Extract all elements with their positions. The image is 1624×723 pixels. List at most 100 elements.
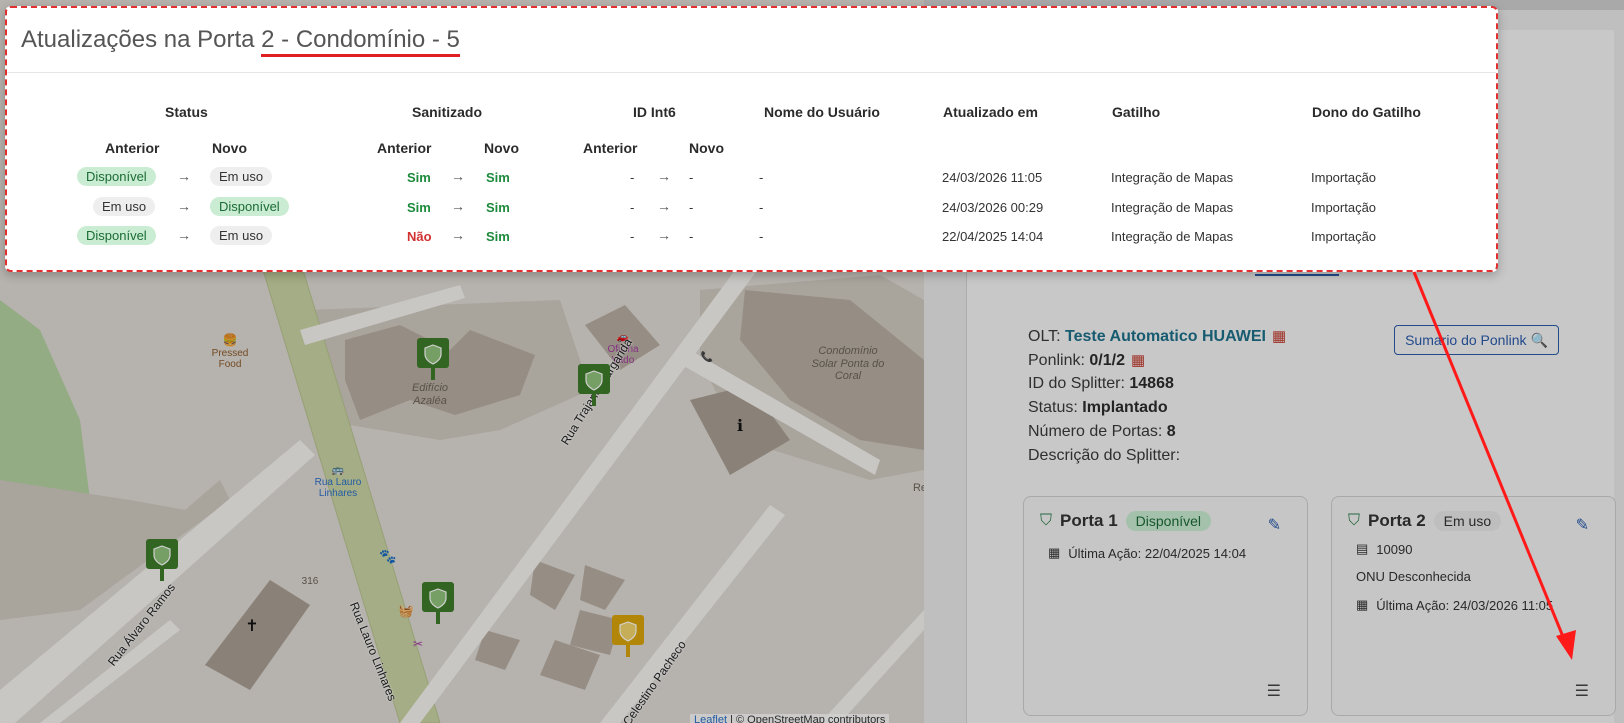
- modal-title: Atualizações na Porta 2 - Condomínio - 5: [21, 26, 460, 57]
- header-id-int6: ID Int6: [633, 104, 676, 120]
- search-icon: 🔍: [1530, 331, 1548, 348]
- map-label-re: Re: [912, 482, 924, 494]
- id-anterior: -: [630, 200, 635, 215]
- map-attribution: Leaflet | © OpenStreetMap contributors: [690, 714, 890, 723]
- map-poi-bus-stop: 🚌 Rua Lauro Linhares: [314, 465, 362, 499]
- port-card-2[interactable]: ⛉ Porta 2 Em uso ✎ ▤ 10090 ONU Desconhec…: [1331, 496, 1616, 716]
- port-title: Porta 2: [1368, 511, 1426, 530]
- list-icon[interactable]: ☰: [1267, 681, 1281, 701]
- arrow-right-icon: →: [657, 168, 671, 184]
- splitter-description: Descrição do Splitter:: [1028, 447, 1181, 464]
- ponlink-summary-button[interactable]: Sumario do Ponlink 🔍: [1394, 325, 1559, 355]
- basket-icon: 🧺: [398, 604, 414, 618]
- paw-icon: 🐾: [379, 548, 397, 564]
- dono-gatilho: Importação: [1311, 200, 1377, 215]
- subheader-status-novo: Novo: [212, 140, 247, 156]
- subheader-id-novo: Novo: [689, 140, 724, 156]
- header-gatilho: Gatilho: [1112, 104, 1161, 120]
- ports-count-info: Número de Portas: 8: [1028, 423, 1176, 440]
- san-anterior: Não: [407, 229, 432, 244]
- header-atualizado-em: Atualizado em: [943, 104, 1038, 120]
- id-anterior: -: [630, 229, 635, 244]
- san-novo: Sim: [486, 229, 510, 244]
- status-badge: Disponível: [1125, 511, 1212, 531]
- port-client-id: ▤ 10090: [1356, 541, 1413, 557]
- map-label-316: 316: [301, 576, 319, 587]
- pencil-icon[interactable]: ✎: [1576, 515, 1589, 535]
- clipboard-icon: ▤: [1356, 541, 1369, 556]
- status-anterior: Em uso: [93, 197, 156, 216]
- subheader-status-anterior: Anterior: [105, 140, 160, 156]
- map-label-condominio: Condomínio Solar Ponta do Coral: [811, 345, 885, 383]
- gatilho: Integração de Mapas: [1111, 229, 1234, 244]
- san-anterior: Sim: [407, 200, 431, 215]
- shield-icon: ⛉: [1348, 512, 1361, 529]
- port-updates-modal: Atualizações na Porta 2 - Condomínio - 5…: [5, 6, 1498, 272]
- san-novo: Sim: [486, 170, 510, 185]
- usuario: -: [759, 200, 764, 215]
- port-last-action: ▦ Última Ação: 24/03/2026 11:05: [1356, 597, 1554, 613]
- pencil-icon[interactable]: ✎: [1268, 515, 1281, 535]
- port-header: ⛉ Porta 2 Em uso: [1348, 511, 1502, 531]
- olt-info: OLT: Teste Automatico HUAWEI ▦: [1028, 328, 1287, 345]
- status-info: Status: Implantado: [1028, 399, 1168, 416]
- port-header: ⛉ Porta 1 Disponível: [1040, 511, 1212, 531]
- port-onu: ONU Desconhecida: [1356, 569, 1471, 584]
- map-marker-icon[interactable]: ▦: [1272, 328, 1286, 345]
- list-icon[interactable]: ☰: [1575, 681, 1589, 701]
- status-novo: Em uso: [210, 226, 273, 245]
- bus-icon: 🚌: [331, 465, 345, 476]
- leaflet-link[interactable]: Leaflet: [694, 714, 727, 723]
- map-marker-icon[interactable]: ▦: [1131, 352, 1145, 369]
- dono-gatilho: Importação: [1311, 170, 1377, 185]
- usuario: -: [759, 229, 764, 244]
- header-status: Status: [165, 104, 208, 120]
- port-name-highlight: 2 - Condomínio - 5: [261, 26, 460, 57]
- splitter-marker[interactable]: [420, 580, 456, 626]
- calendar-icon: ▦: [1356, 597, 1369, 612]
- splitter-id-info: ID do Splitter: 14868: [1028, 375, 1174, 392]
- arrow-right-icon: →: [177, 227, 191, 243]
- subheader-id-anterior: Anterior: [583, 140, 638, 156]
- map-label-edificio: Edifício Azaléa: [411, 382, 449, 407]
- map-poi-pressed-food: 🍔 Pressed Food: [205, 333, 255, 371]
- id-novo: -: [689, 170, 694, 185]
- usuario: -: [759, 170, 764, 185]
- cross-icon: ✝: [245, 618, 259, 635]
- arrow-right-icon: →: [451, 198, 465, 214]
- splitter-marker[interactable]: [576, 362, 612, 408]
- id-anterior: -: [630, 170, 635, 185]
- arrow-right-icon: →: [657, 227, 671, 243]
- calendar-icon: ▦: [1048, 545, 1061, 560]
- atualizado-em: 22/04/2025 14:04: [942, 229, 1044, 244]
- arrow-right-icon: →: [451, 227, 465, 243]
- active-tab-indicator: [1255, 274, 1339, 276]
- header-nome-usuario: Nome do Usuário: [764, 104, 880, 120]
- san-anterior: Sim: [407, 170, 431, 185]
- port-title: Porta 1: [1060, 511, 1118, 530]
- status-anterior: Disponível: [77, 167, 156, 186]
- olt-link[interactable]: Teste Automatico HUAWEI: [1065, 328, 1266, 345]
- phone-icon: 📞: [700, 352, 714, 363]
- port-card-1[interactable]: ⛉ Porta 1 Disponível ✎ ▦ Última Ação: 22…: [1023, 496, 1308, 716]
- subheader-san-novo: Novo: [484, 140, 519, 156]
- header-dono-gatilho: Dono do Gatilho: [1312, 104, 1421, 120]
- modal-divider: [7, 72, 1496, 73]
- ponlink-info: Ponlink: 0/1/2 ▦: [1028, 352, 1146, 369]
- status-novo: Disponível: [210, 197, 289, 216]
- status-novo: Em uso: [210, 167, 273, 186]
- header-sanitizado: Sanitizado: [412, 104, 483, 120]
- status-badge: Em uso: [1433, 511, 1502, 531]
- splitter-marker[interactable]: [415, 336, 451, 382]
- subheader-san-anterior: Anterior: [377, 140, 432, 156]
- gatilho: Integração de Mapas: [1111, 200, 1234, 215]
- splitter-marker[interactable]: [144, 537, 180, 583]
- gatilho: Integração de Mapas: [1111, 170, 1234, 185]
- splitter-marker-selected[interactable]: [610, 613, 646, 659]
- dono-gatilho: Importação: [1311, 229, 1377, 244]
- id-novo: -: [689, 229, 694, 244]
- arrow-right-icon: →: [657, 198, 671, 214]
- arrow-right-icon: →: [451, 168, 465, 184]
- port-last-action: ▦ Última Ação: 22/04/2025 14:04: [1048, 545, 1247, 561]
- atualizado-em: 24/03/2026 11:05: [942, 170, 1043, 185]
